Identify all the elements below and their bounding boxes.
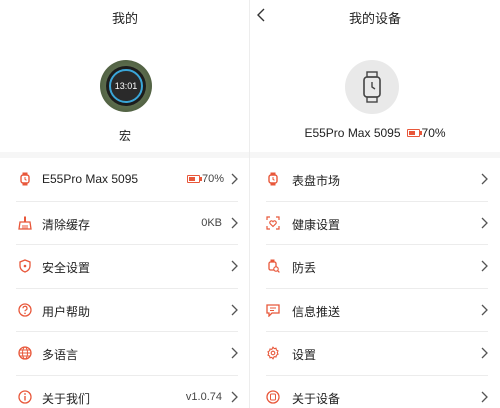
chevron-right-icon bbox=[231, 260, 238, 272]
device-name: E55Pro Max 5095 bbox=[304, 125, 401, 140]
battery-icon bbox=[406, 128, 422, 137]
message-icon bbox=[266, 303, 280, 317]
menu-item-settings[interactable]: 设置 bbox=[250, 332, 500, 376]
chevron-right-icon bbox=[481, 173, 488, 185]
menu-item-message-push[interactable]: 信息推送 bbox=[250, 289, 500, 332]
shield-icon bbox=[19, 259, 31, 273]
top-bar: 我的 bbox=[0, 0, 250, 33]
info-icon bbox=[18, 389, 32, 404]
watch-face-time: 13:01 bbox=[115, 81, 138, 91]
chevron-right-icon bbox=[481, 391, 488, 402]
chevron-right-icon bbox=[231, 391, 238, 402]
battery-icon bbox=[186, 175, 202, 184]
battery-percent: 70% bbox=[421, 125, 446, 140]
menu-item-security[interactable]: 安全设置 bbox=[0, 245, 250, 289]
device-image bbox=[345, 60, 399, 114]
anti-lost-icon bbox=[268, 259, 280, 273]
battery-percent: 70% bbox=[201, 173, 224, 185]
menu-item-help[interactable]: 用户帮助 bbox=[0, 289, 250, 332]
menu-item-about-device[interactable]: 关于设备 bbox=[250, 376, 500, 408]
menu-item-label: 防丢 bbox=[292, 261, 317, 275]
about-icon bbox=[266, 389, 280, 404]
watch-icon bbox=[20, 172, 30, 186]
my-device-page: 我的设备 E55Pro Max 5095 70% 表盘市场 健康设置 防丢 信息… bbox=[250, 0, 500, 408]
menu-item-label: 用户帮助 bbox=[42, 304, 91, 319]
my-page: 我的 13:01 宏 E55Pro Max 5095 70% 清除缓存 0KB … bbox=[0, 0, 250, 408]
menu-item-label: 关于设备 bbox=[292, 391, 341, 406]
menu-list: E55Pro Max 5095 70% 清除缓存 0KB 安全设置 用户帮助 多… bbox=[0, 158, 250, 408]
menu-item-anti-lost[interactable]: 防丢 bbox=[250, 245, 500, 289]
menu-item-label: 表盘市场 bbox=[292, 174, 341, 188]
menu-item-clear-cache[interactable]: 清除缓存 0KB bbox=[0, 202, 250, 245]
menu-item-label: E55Pro Max 5095 bbox=[42, 172, 139, 186]
chevron-right-icon bbox=[231, 304, 238, 315]
chevron-right-icon bbox=[481, 347, 488, 359]
cache-size: 0KB bbox=[201, 216, 222, 229]
menu-item-health-settings[interactable]: 健康设置 bbox=[250, 202, 500, 245]
menu-item-label: 多语言 bbox=[42, 348, 79, 362]
menu-item-label: 安全设置 bbox=[42, 261, 91, 275]
top-bar: 我的设备 bbox=[250, 0, 500, 33]
profile-section: 13:01 宏 bbox=[0, 32, 250, 152]
page-title: 我的 bbox=[111, 11, 138, 26]
chevron-right-icon bbox=[231, 217, 238, 228]
menu-item-label: 信息推送 bbox=[292, 304, 341, 319]
watch-icon bbox=[268, 172, 278, 186]
chevron-right-icon bbox=[231, 173, 238, 185]
device-section: E55Pro Max 5095 70% bbox=[250, 32, 500, 152]
menu-item-label: 清除缓存 bbox=[42, 217, 91, 232]
page-title: 我的设备 bbox=[348, 11, 401, 26]
chevron-right-icon bbox=[481, 260, 488, 272]
chevron-right-icon bbox=[231, 347, 238, 359]
gear-icon bbox=[267, 346, 279, 360]
app-version: v1.0.74 bbox=[185, 390, 222, 403]
menu-item-label: 健康设置 bbox=[292, 217, 341, 232]
help-icon bbox=[18, 302, 32, 317]
menu-item-about-us[interactable]: 关于我们 v1.0.74 bbox=[0, 376, 250, 408]
health-icon bbox=[266, 215, 280, 230]
menu-item-watch-face-market[interactable]: 表盘市场 bbox=[250, 158, 500, 202]
chevron-right-icon bbox=[481, 304, 488, 315]
broom-icon bbox=[18, 216, 32, 230]
user-name: 宏 bbox=[118, 129, 131, 143]
watch-icon bbox=[363, 71, 381, 103]
menu-item-language[interactable]: 多语言 bbox=[0, 332, 250, 376]
menu-item-label: 关于我们 bbox=[42, 391, 91, 406]
device-info: E55Pro Max 5095 70% bbox=[250, 125, 500, 140]
menu-item-device[interactable]: E55Pro Max 5095 70% bbox=[0, 158, 250, 202]
menu-item-label: 设置 bbox=[292, 348, 317, 362]
avatar[interactable]: 13:01 bbox=[100, 60, 152, 112]
chevron-right-icon bbox=[481, 217, 488, 228]
globe-icon bbox=[18, 346, 32, 360]
device-menu-list: 表盘市场 健康设置 防丢 信息推送 设置 关于设备 bbox=[250, 158, 500, 408]
